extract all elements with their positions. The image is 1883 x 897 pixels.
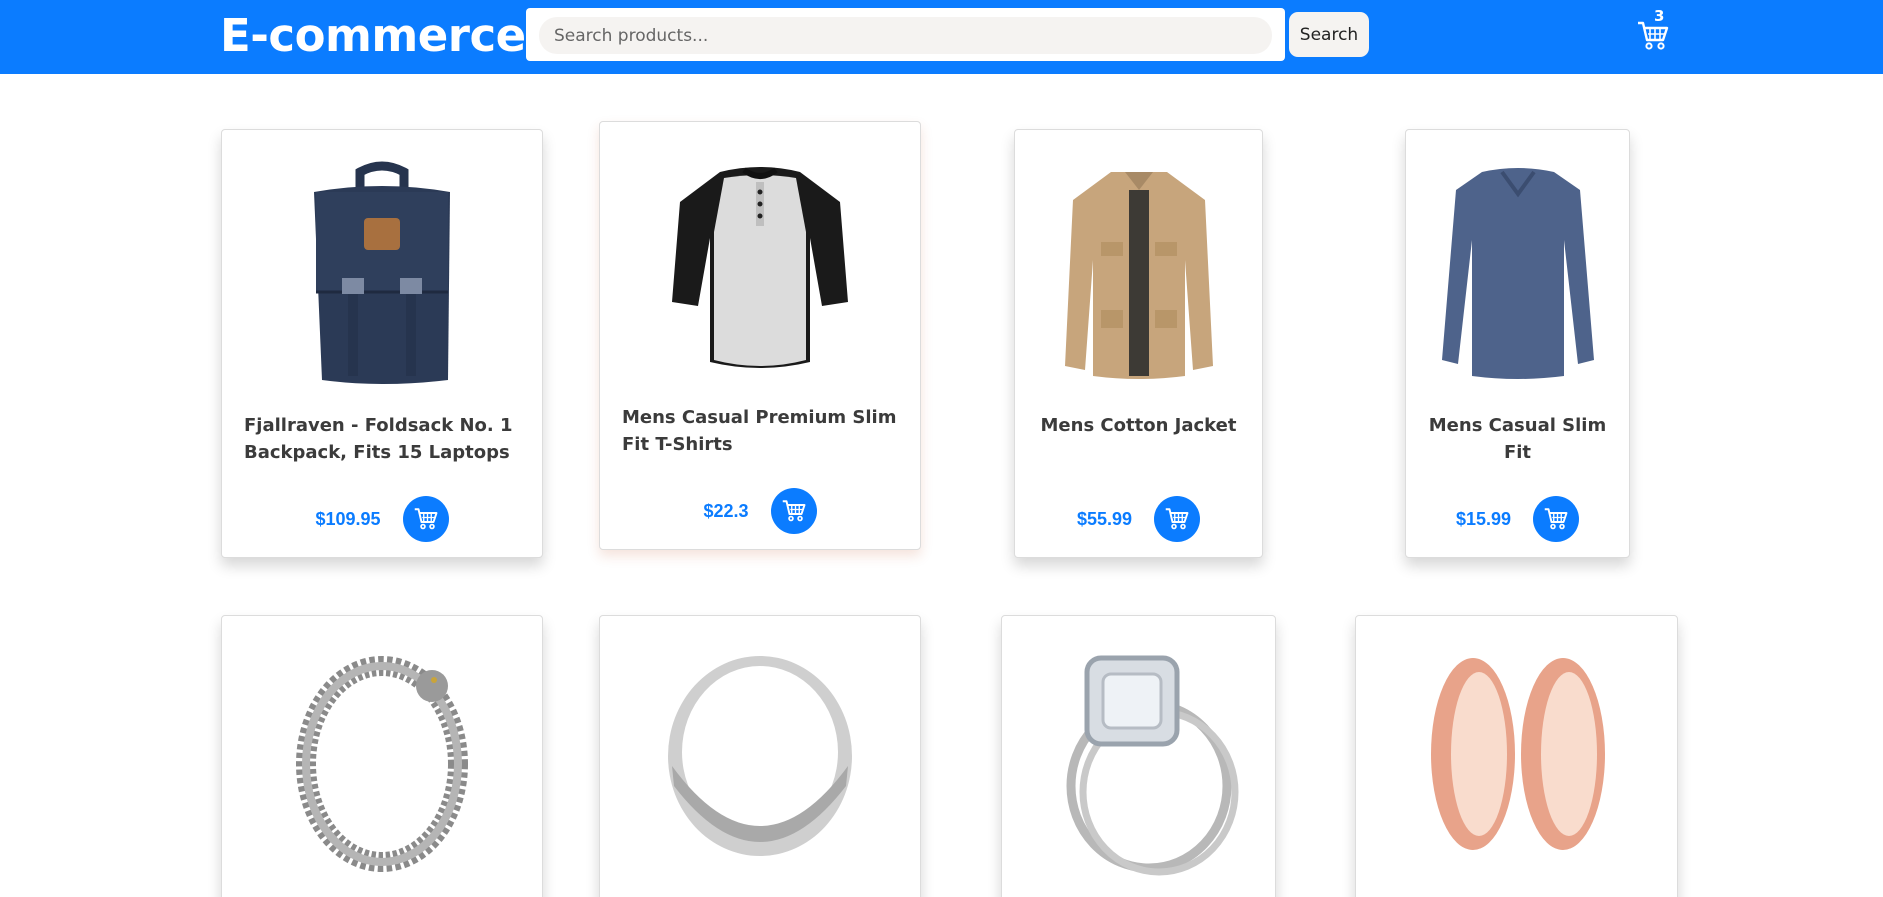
backpack-image (314, 161, 450, 384)
jacket-image (1064, 172, 1213, 379)
price-row: $109.95 (222, 496, 542, 542)
add-to-cart-button[interactable] (1533, 496, 1580, 542)
cart-button[interactable]: 3 (1636, 7, 1676, 54)
top-navbar: E-commerce Search 3 (0, 0, 1883, 74)
price-row: $55.99 (1015, 496, 1262, 542)
product-card[interactable]: Mens Cotton Jacket $55.99 (1014, 129, 1263, 558)
product-title[interactable]: Mens Casual Premium Slim Fit T-Shirts (622, 404, 898, 458)
product-card[interactable] (599, 615, 921, 897)
price-row: $22.3 (600, 488, 920, 534)
diamond-ring-image (1066, 655, 1238, 876)
product-title[interactable]: Fjallraven - Foldsack No. 1 Backpack, Fi… (244, 412, 520, 466)
long-sleeve-shirt-image (1441, 168, 1594, 379)
search-button[interactable]: Search (1289, 12, 1369, 57)
tshirt-image (672, 167, 848, 368)
add-to-cart-button[interactable] (402, 496, 449, 542)
cart-icon (1165, 508, 1189, 530)
product-card[interactable]: Mens Casual Slim Fit $15.99 (1405, 129, 1630, 558)
add-to-cart-button[interactable] (770, 488, 817, 534)
price-row: $15.99 (1406, 496, 1629, 542)
shopping-cart-icon (1638, 21, 1669, 50)
cart-icon (414, 508, 438, 530)
cart-icon (782, 500, 805, 522)
search-box (526, 8, 1285, 61)
search-input[interactable] (539, 17, 1272, 54)
bracelet-image (296, 656, 468, 872)
product-card[interactable]: Fjallraven - Foldsack No. 1 Backpack, Fi… (221, 129, 543, 558)
product-title[interactable]: Mens Cotton Jacket (1037, 412, 1240, 439)
cart-icon (1544, 508, 1568, 530)
earrings-image (1430, 658, 1605, 850)
product-price: $15.99 (1455, 508, 1512, 529)
product-card[interactable] (221, 615, 543, 897)
ring-image (668, 656, 852, 856)
product-card[interactable]: Mens Casual Premium Slim Fit T-Shirts $2… (599, 121, 921, 550)
product-price: $55.99 (1076, 508, 1133, 529)
brand-logo[interactable]: E-commerce (220, 6, 526, 66)
add-to-cart-button[interactable] (1154, 496, 1201, 542)
product-title[interactable]: Mens Casual Slim Fit (1428, 412, 1607, 466)
product-card[interactable] (1001, 615, 1276, 897)
product-price: $22.3 (703, 500, 749, 521)
product-price: $109.95 (315, 508, 381, 529)
product-card[interactable] (1355, 615, 1678, 897)
